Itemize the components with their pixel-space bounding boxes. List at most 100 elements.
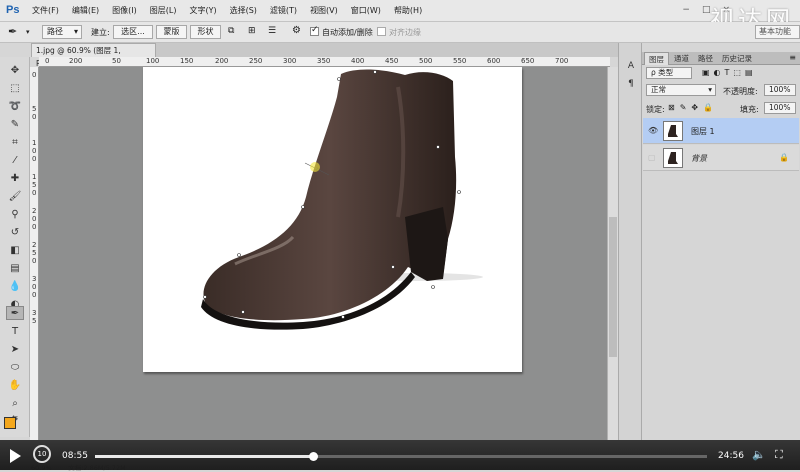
path-operations-icon[interactable]: ⧉ [228, 26, 234, 36]
clone-stamp-tool-icon[interactable]: ⚲ [6, 207, 24, 221]
menu-help[interactable]: 帮助(H) [394, 5, 422, 16]
ruler-label: 1 [32, 139, 37, 147]
ruler-label: 500 [419, 57, 433, 65]
pen-tool-icon[interactable]: ✒ [8, 25, 17, 38]
ruler-label: 0 [32, 215, 37, 223]
ruler-label: 650 [521, 57, 535, 65]
fill-label: 填充: [740, 105, 759, 114]
eye-icon[interactable]: 👁 [648, 126, 658, 135]
workspace-select[interactable]: 基本功能 [755, 25, 800, 39]
menu-layer[interactable]: 图层(L) [150, 5, 177, 16]
layer-row-background[interactable]: ▢ 背景 🔒 [643, 145, 799, 171]
menu-file[interactable]: 文件(F) [32, 5, 59, 16]
history-brush-tool-icon[interactable]: ↺ [6, 225, 24, 239]
menu-view[interactable]: 视图(V) [310, 5, 338, 16]
layer-filter-select[interactable]: ρ 类型 [646, 67, 692, 79]
tab-history[interactable]: 历史记录 [718, 52, 756, 65]
ruler-label: 3 [32, 309, 37, 317]
layer-filter-icons[interactable]: ▣◐T⬚▤ [702, 68, 757, 77]
crop-tool-icon[interactable]: ⌗ [6, 135, 24, 149]
gear-icon[interactable]: ⚙ [292, 25, 301, 36]
tab-paths[interactable]: 路径 [694, 52, 717, 65]
move-tool-icon[interactable]: ✥ [6, 63, 24, 77]
foreground-color-swatch[interactable] [4, 417, 16, 429]
panel-icon-strip: A ¶ [618, 43, 642, 440]
minimize-button[interactable]: − [682, 5, 690, 15]
hand-tool-icon[interactable]: ✋ [6, 378, 24, 392]
lock-icons[interactable]: ⊠✎✥🔒 [668, 103, 718, 112]
character-panel-icon[interactable]: A [624, 61, 638, 75]
ruler-label: 3 [32, 275, 37, 283]
tab-channels[interactable]: 通道 [670, 52, 693, 65]
tab-layers[interactable]: 图层 [644, 52, 669, 65]
pen-tool-icon-active[interactable]: ✒ [6, 306, 24, 320]
volume-icon[interactable]: 🔈 [752, 448, 766, 461]
panel-tabs: 图层 通道 路径 历史记录 ≡ [642, 52, 800, 65]
make-shape-button[interactable]: 形状 [190, 25, 221, 39]
panel-menu-icon[interactable]: ≡ [789, 53, 796, 62]
marquee-tool-icon[interactable]: ⬚ [6, 81, 24, 95]
tools-panel: ✥ ⬚ ➰ ✎ ⌗ ⁄ ✚ 🖌 ⚲ ↺ ◧ ▤ 💧 ◐ ✒ T ➤ ⬭ ✋ ⌕ … [0, 57, 30, 437]
chevron-down-icon: ▾ [708, 85, 712, 94]
layer-filter-value: ρ 类型 [651, 68, 674, 77]
layer-thumbnail [663, 121, 683, 141]
layers-panel: 图层 通道 路径 历史记录 ≡ ρ 类型 ▣◐T⬚▤ 正常 ▾ 不透明度: 100… [642, 43, 800, 440]
menu-type[interactable]: 文字(Y) [189, 5, 216, 16]
brush-tool-icon[interactable]: 🖌 [6, 189, 24, 203]
quick-selection-tool-icon[interactable]: ✎ [6, 117, 24, 131]
make-mask-button[interactable]: 蒙版 [156, 25, 187, 39]
ruler-label: 400 [351, 57, 365, 65]
document-tab-bar: 1.jpg @ 60.9% (图层 1, RGB/8#) * × [31, 43, 618, 68]
menu-edit[interactable]: 编辑(E) [72, 5, 99, 16]
type-tool-icon[interactable]: T [6, 324, 24, 338]
gradient-tool-icon[interactable]: ▤ [6, 261, 24, 275]
tool-preset-dropdown-icon[interactable]: ▾ [26, 28, 30, 36]
ruler-label: 200 [69, 57, 83, 65]
document-canvas[interactable] [143, 67, 522, 372]
rewind-10-icon[interactable]: 10 [33, 445, 51, 463]
ruler-label: 5 [32, 181, 37, 189]
play-icon[interactable] [10, 449, 21, 463]
pen-mode-select[interactable]: 路径 ▾ [42, 25, 82, 39]
ruler-label: 150 [180, 57, 194, 65]
zoom-tool-icon[interactable]: ⌕ [6, 396, 24, 410]
ruler-horizontal: 0 200 50 100 150 200 250 300 350 400 450… [39, 57, 610, 67]
eye-hidden-icon[interactable]: ▢ [648, 153, 656, 162]
blur-tool-icon[interactable]: 💧 [6, 279, 24, 293]
path-arrangement-icon[interactable]: ☰ [268, 26, 276, 36]
align-edges-label: 对齐边缘 [389, 28, 421, 37]
fullscreen-icon[interactable]: ⛶ [775, 448, 783, 462]
fill-input[interactable]: 100% [764, 102, 796, 114]
scrollbar-thumb[interactable] [609, 217, 617, 357]
progress-track[interactable] [95, 452, 707, 461]
canvas-vertical-scrollbar[interactable] [607, 67, 618, 440]
make-selection-button[interactable]: 选区... [113, 25, 153, 39]
layer-name: 图层 1 [691, 127, 715, 136]
layer-row-1[interactable]: 👁 图层 1 [643, 118, 799, 144]
ruler-label: 0 [32, 189, 37, 197]
paragraph-panel-icon[interactable]: ¶ [624, 79, 638, 93]
menu-select[interactable]: 选择(S) [230, 5, 257, 16]
ruler-label: 1 [32, 173, 37, 181]
opacity-input[interactable]: 100% [764, 84, 796, 96]
align-edges-checkbox[interactable] [377, 27, 386, 36]
menu-filter[interactable]: 滤镜(T) [270, 5, 297, 16]
menu-window[interactable]: 窗口(W) [351, 5, 381, 16]
auto-add-delete-checkbox[interactable] [310, 25, 319, 36]
menu-image[interactable]: 图像(I) [112, 5, 137, 16]
auto-add-delete-label: 自动添加/删除 [322, 28, 373, 37]
path-alignment-icon[interactable]: ⊞ [248, 26, 256, 36]
path-selection-tool-icon[interactable]: ➤ [6, 342, 24, 356]
blend-mode-select[interactable]: 正常 ▾ [646, 84, 716, 96]
ruler-label: 0 [32, 223, 37, 231]
healing-brush-tool-icon[interactable]: ✚ [6, 171, 24, 185]
lasso-tool-icon[interactable]: ➰ [6, 99, 24, 113]
canvas-area[interactable] [39, 67, 610, 440]
document-tab[interactable]: 1.jpg @ 60.9% (图层 1, RGB/8#) * × [31, 43, 156, 68]
eraser-tool-icon[interactable]: ◧ [6, 243, 24, 257]
eyedropper-tool-icon[interactable]: ⁄ [6, 153, 24, 167]
menu-list: 文件(F) 编辑(E) 图像(I) 图层(L) 文字(Y) 选择(S) 滤镜(T… [32, 5, 422, 16]
ruler-label: 700 [555, 57, 569, 65]
shape-tool-icon[interactable]: ⬭ [6, 360, 24, 374]
ruler-label: 200 [215, 57, 229, 65]
